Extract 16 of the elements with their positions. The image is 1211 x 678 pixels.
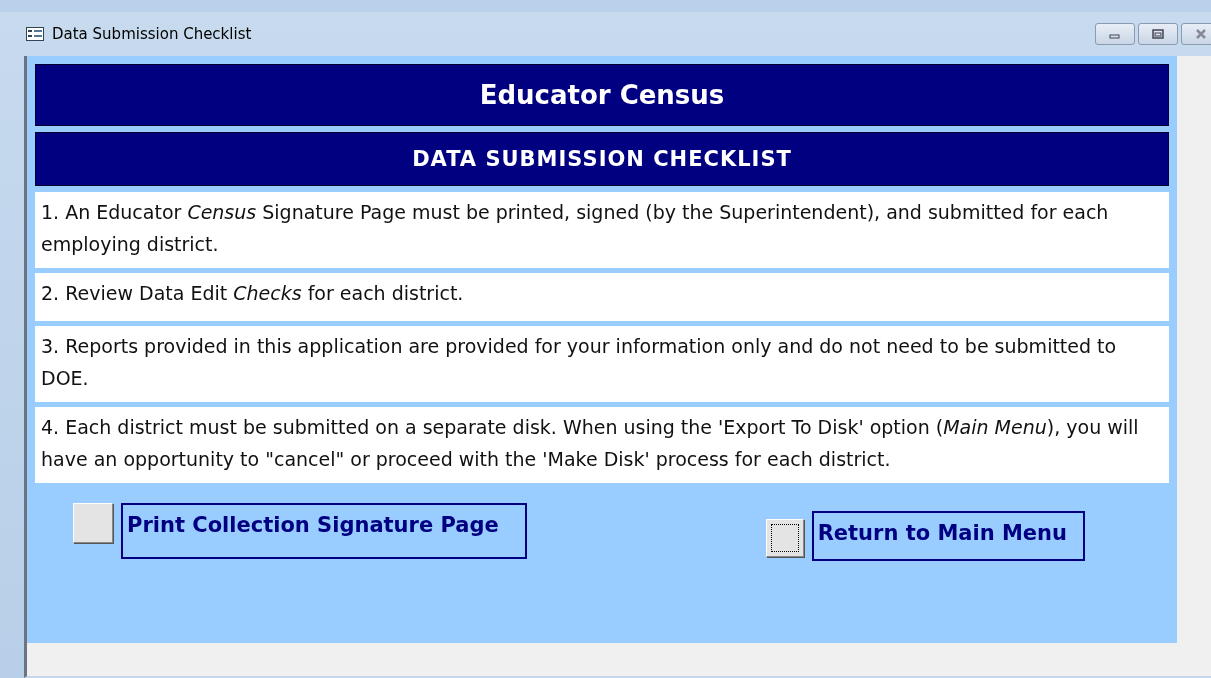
checklist-item: 3. Reports provided in this application are provided for your information only and do not need to be submitted to DOE. [35,326,1169,402]
command-button[interactable] [765,519,804,557]
checklist-item: 4. Each district must be submitted on a separate disk. When using the 'Export To Disk' option (Main Menu), you will have an opportunity to "cancel" or proceed with the 'Make Disk' process for each district. [35,407,1169,483]
minimize-button[interactable] [1095,23,1135,45]
close-icon [1194,29,1208,39]
form-subtitle: DATA SUBMISSION CHECKLIST [35,132,1169,186]
form-title: Educator Census [35,64,1169,126]
window-title: Data Submission Checklist [52,25,252,43]
form-icon [26,27,44,41]
close-button[interactable] [1181,23,1211,45]
checklist-item: 1. An Educator Census Signature Page must be printed, signed (by the Superintendent), and submitted for each employing district. [35,192,1169,268]
restore-button[interactable] [1138,23,1178,45]
restore-icon [1151,29,1165,39]
button-label: Return to Main Menu [811,511,1085,561]
checklist-item: 2. Review Data Edit Checks for each district. [35,273,1169,321]
button-label: Print Collection Signature Page [121,503,527,559]
